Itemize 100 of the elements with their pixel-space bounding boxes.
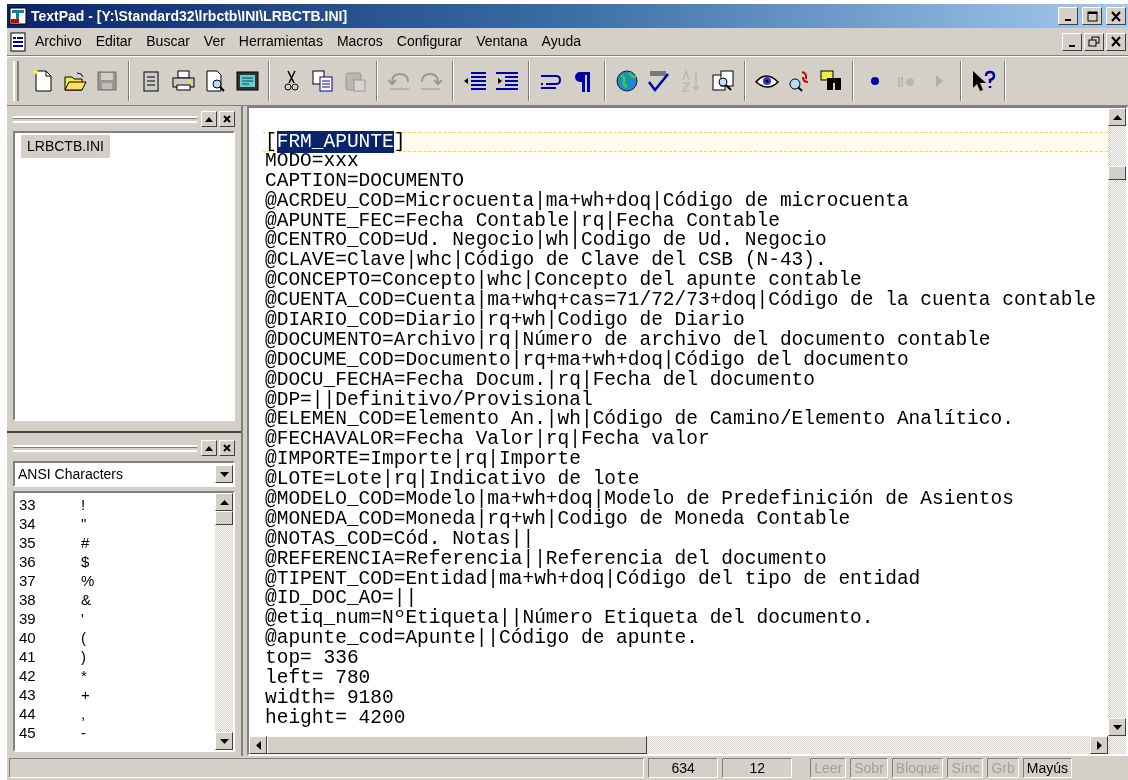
character-glyph: %	[81, 571, 95, 590]
spell-check-icon	[646, 68, 672, 94]
character-code: 37	[19, 571, 37, 590]
character-code: 40	[19, 628, 37, 647]
document-icon	[9, 31, 27, 52]
code-line: @etiq_num=NºEtiqueta||Número Etiqueta del documento.	[265, 609, 875, 630]
code-line: width= 9180	[265, 688, 395, 709]
document-minimize-button[interactable]	[1062, 32, 1082, 51]
code-line: top= 336	[265, 649, 360, 670]
code-line: @IMPORTE=Importe|rq|Importe	[265, 450, 581, 471]
character-glyph: )	[81, 647, 86, 666]
character-code: 44	[19, 704, 37, 723]
character-code: 41	[19, 647, 37, 666]
document-restore-button[interactable]	[1084, 32, 1104, 51]
document-close-button[interactable]	[1106, 32, 1126, 51]
minimize-button[interactable]	[1058, 7, 1078, 25]
triangle-up-icon	[219, 499, 229, 505]
record-dot-icon	[871, 77, 879, 85]
panel-grip[interactable]	[13, 115, 197, 123]
code-line: @DIARIO_COD=Diario|rq+wh|Codigo de Diario	[265, 311, 745, 331]
code-line: @DOCU_FECHA=Fecha Docum.|rq|Fecha del documento	[265, 370, 816, 391]
character-code: 35	[19, 533, 37, 552]
scroll-left-button[interactable]	[249, 736, 267, 754]
character-glyph: #	[81, 533, 90, 552]
scroll-up-button[interactable]	[215, 493, 233, 511]
menu-item[interactable]: Macros	[330, 30, 389, 53]
menu-item[interactable]: Configurar	[390, 30, 469, 53]
triangle-right-icon	[1096, 740, 1102, 750]
copy-icon	[310, 68, 336, 94]
code-line: MODO=xxx	[265, 151, 360, 172]
close-button[interactable]	[1106, 7, 1126, 25]
character-code: 45	[19, 723, 37, 742]
panel-close-button[interactable]	[219, 440, 235, 456]
character-glyph: '	[81, 609, 84, 628]
character-code: 39	[19, 609, 37, 628]
status-indicator: Mayús	[1022, 758, 1072, 778]
code-line: @DP=||Definitivo/Provisional	[265, 390, 593, 411]
document-item[interactable]: LRBCTB.INI	[21, 135, 110, 158]
close-icon	[1110, 36, 1122, 47]
code-line: @apunte_cod=Apunte||Código de apunte.	[265, 629, 699, 650]
code-line: @REFERENCIA=Referencia||Referencia del documento	[265, 549, 828, 570]
scroll-up-button[interactable]	[1108, 108, 1126, 126]
clip-library-dropdown[interactable]: ANSI Characters	[13, 461, 235, 487]
panel-collapse-button[interactable]	[201, 440, 217, 456]
scroll-right-button[interactable]	[1090, 736, 1108, 754]
character-code: 38	[19, 590, 37, 609]
menu-item[interactable]: Buscar	[140, 30, 196, 53]
code-line: @NOTAS_COD=Cód. Notas||	[265, 529, 535, 550]
character-glyph: $	[81, 552, 90, 571]
column-number: 12	[722, 758, 793, 778]
code-line: @MONEDA_COD=Moneda|rq+wh|Codigo de Moneda Contable	[265, 509, 852, 530]
window-title: TextPad - [Y:\Standard32\lrbctb\INI\LRBCTB.INI]	[31, 6, 348, 26]
app-icon	[9, 7, 27, 25]
scroll-down-button[interactable]	[1108, 718, 1126, 736]
scroll-down-button[interactable]	[215, 732, 233, 750]
character-glyph: "	[81, 514, 87, 533]
panel-collapse-button[interactable]	[201, 111, 217, 127]
character-glyph: *	[81, 666, 87, 685]
character-code: 42	[19, 666, 37, 685]
menu-item[interactable]: Archivo	[29, 30, 88, 53]
scrollbar-thumb[interactable]	[267, 736, 647, 754]
close-icon	[223, 444, 231, 452]
code-line: height= 4200	[265, 708, 407, 729]
menu-item[interactable]: Editar	[89, 30, 139, 53]
maximize-button[interactable]	[1082, 7, 1102, 25]
menu-item[interactable]: Herramientas	[232, 30, 329, 53]
play-icon	[935, 75, 943, 87]
panel-close-button[interactable]	[219, 111, 235, 127]
code-line: @ACRDEU_COD=Microcuenta|ma+wh+doq|Código de microcuenta	[265, 191, 910, 212]
triangle-down-icon	[219, 738, 229, 744]
code-line: @TIPENT_COD=Entidad|ma+wh+doq|Código del tipo de entidad	[265, 569, 922, 590]
character-glyph: (	[81, 628, 86, 647]
code-line: left= 780	[265, 669, 372, 689]
triangle-up-icon	[205, 445, 213, 451]
character-code: 33	[19, 495, 37, 514]
menu-item[interactable]: Ayuda	[535, 30, 587, 53]
scrollbar-thumb[interactable]	[215, 511, 233, 525]
minimize-icon	[1069, 44, 1075, 47]
minimize-icon	[1065, 19, 1071, 21]
close-icon	[1110, 10, 1122, 22]
character-glyph: !	[81, 495, 86, 514]
triangle-up-icon	[205, 116, 213, 122]
scrollbar-thumb[interactable]	[1108, 166, 1126, 180]
code-line: @DOCUME_COD=Documento|rq+ma+wh+doq|Código del documento	[265, 350, 910, 371]
character-glyph: ,	[81, 704, 86, 723]
globe-icon	[614, 68, 640, 94]
character-glyph: &	[81, 590, 91, 609]
line-number: 634	[648, 758, 719, 778]
window-icon	[234, 68, 260, 94]
character-glyph: -	[81, 723, 86, 742]
help-cursor-icon	[970, 68, 996, 94]
code-line: @DOCUMENTO=Archivo|rq|Número de archivo del documento contable	[265, 330, 992, 351]
panel-grip[interactable]	[13, 444, 197, 452]
code-line: @ID_DOC_AO=||	[265, 589, 418, 610]
triangle-down-icon	[1112, 724, 1122, 730]
menu-item[interactable]: Ver	[197, 30, 231, 53]
restore-icon	[1088, 36, 1100, 47]
compare-documents-icon	[710, 68, 736, 94]
menu-item[interactable]: Ventana	[470, 30, 534, 53]
character-code: 34	[19, 514, 37, 533]
